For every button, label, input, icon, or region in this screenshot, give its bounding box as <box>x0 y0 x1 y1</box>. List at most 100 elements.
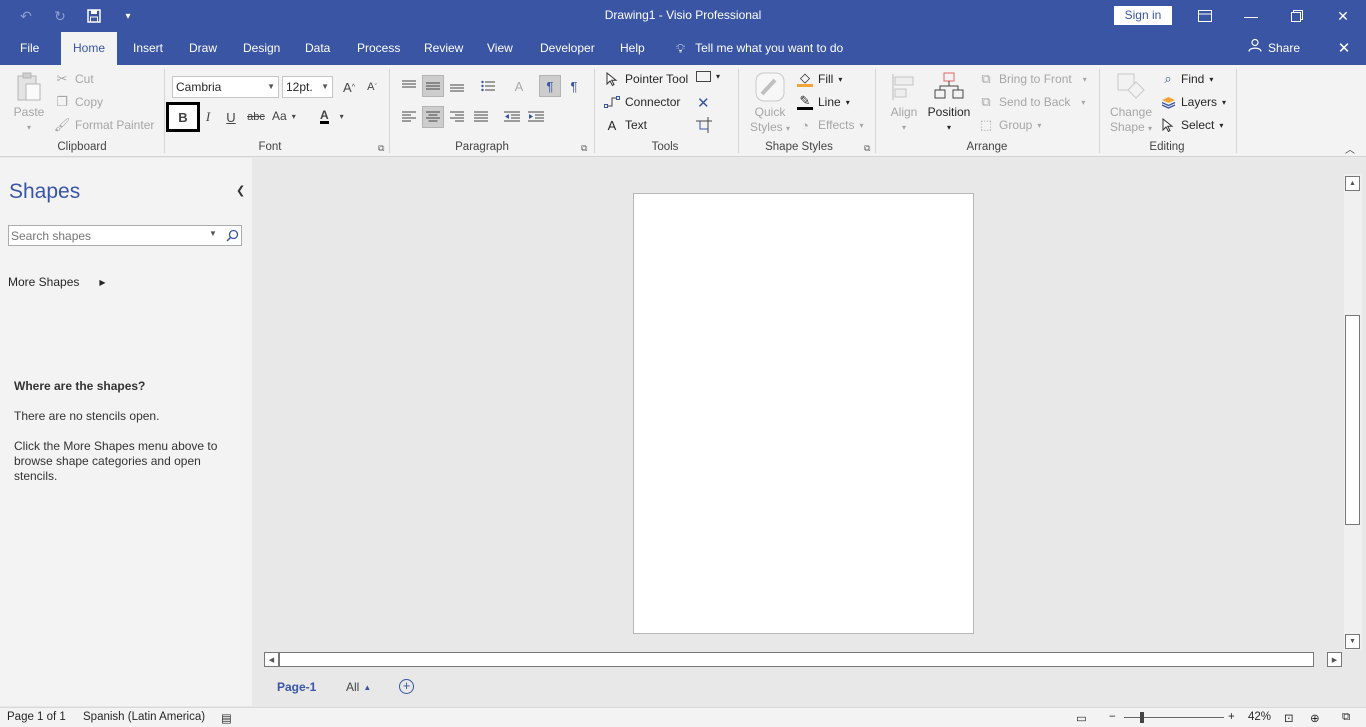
fill-button[interactable]: ◇ Fill ▾ <box>797 71 842 87</box>
decrease-indent-icon[interactable] <box>501 106 523 128</box>
all-pages-tab[interactable]: All ▲ <box>346 680 371 694</box>
save-icon[interactable] <box>82 6 106 26</box>
tell-me-box[interactable]: 💡︎ Tell me what you want to do <box>676 32 843 65</box>
chevron-down-icon[interactable]: ▼ <box>321 77 329 97</box>
sign-in-button[interactable]: Sign in <box>1114 6 1172 25</box>
position-button[interactable]: Position ▾ <box>926 71 972 135</box>
collapse-ribbon-icon[interactable]: ︿ <box>1345 141 1355 156</box>
horizontal-scroll-thumb[interactable] <box>279 652 1314 667</box>
align-middle-icon[interactable] <box>422 75 444 97</box>
strikethrough-button[interactable]: abc <box>245 106 267 128</box>
align-bottom-icon[interactable] <box>446 75 468 97</box>
language-status[interactable]: Spanish (Latin America) <box>83 711 205 723</box>
tab-review[interactable]: Review <box>414 32 473 65</box>
minimize-icon[interactable]: — <box>1228 0 1274 32</box>
connection-point-icon[interactable]: ✕ <box>697 94 710 112</box>
quick-styles-button[interactable]: Quick Styles ▾ <box>747 71 793 136</box>
search-shapes-input[interactable] <box>11 227 207 244</box>
copy-button[interactable]: ❐ Copy <box>54 94 103 110</box>
shape-styles-dialog-launcher-icon[interactable]: ⧉ <box>864 143 870 154</box>
vertical-scroll-thumb[interactable] <box>1345 315 1360 525</box>
paste-button[interactable]: Paste ▾ <box>13 71 45 135</box>
tab-design[interactable]: Design <box>233 32 290 65</box>
bullets-icon[interactable] <box>477 75 499 97</box>
scroll-down-icon[interactable]: ▼ <box>1345 634 1360 649</box>
line-button[interactable]: ✎ Line ▾ <box>797 94 850 110</box>
change-shape-button[interactable]: Change Shape ▾ <box>1107 71 1155 136</box>
align-right-icon[interactable] <box>446 106 468 128</box>
zoom-level[interactable]: 42% <box>1248 711 1271 723</box>
tab-data[interactable]: Data <box>295 32 340 65</box>
rectangle-tool-button[interactable]: ▾ <box>696 71 720 82</box>
pan-zoom-icon[interactable]: ⊕ <box>1310 711 1320 725</box>
connector-button[interactable]: Connector <box>604 94 680 110</box>
customize-qat-icon[interactable]: ▾ <box>116 6 140 26</box>
tab-home[interactable]: Home <box>61 32 118 65</box>
ribbon-display-options-icon[interactable] <box>1182 0 1228 32</box>
horizontal-scrollbar[interactable]: ◀ ▶ <box>264 651 1344 667</box>
increase-font-size-icon[interactable]: A ^ <box>338 76 360 98</box>
left-to-right-icon[interactable]: ¶ <box>539 75 561 97</box>
layers-button[interactable]: Layers ▾ <box>1160 94 1226 110</box>
paragraph-dialog-launcher-icon[interactable]: ⧉ <box>581 143 587 154</box>
share-button[interactable]: Share <box>1248 32 1300 65</box>
select-button[interactable]: Select ▾ <box>1160 117 1223 133</box>
chevron-down-icon[interactable]: ▼ <box>209 229 217 238</box>
drawing-page[interactable] <box>633 193 974 634</box>
format-painter-button[interactable]: 🖌︎ Format Painter <box>54 117 155 133</box>
presentation-mode-icon[interactable]: ▭ <box>1076 711 1087 725</box>
collapse-pane-icon[interactable]: ❮ <box>236 184 245 197</box>
font-dialog-launcher-icon[interactable]: ⧉ <box>378 143 384 154</box>
vertical-scrollbar[interactable]: ▲ ▼ <box>1344 174 1362 650</box>
drawing-canvas[interactable] <box>262 174 1344 650</box>
tab-file[interactable]: File <box>10 32 49 65</box>
text-direction-icon[interactable]: A <box>508 75 530 97</box>
right-to-left-icon[interactable]: ¶ <box>563 75 585 97</box>
font-size-combo[interactable]: 12pt. ▼ <box>282 76 333 98</box>
pointer-tool-button[interactable]: Pointer Tool <box>604 71 688 87</box>
tab-insert[interactable]: Insert <box>123 32 173 65</box>
cut-button[interactable]: ✂ Cut <box>54 71 94 87</box>
switch-windows-icon[interactable]: ⧉ <box>1342 711 1350 724</box>
scroll-up-icon[interactable]: ▲ <box>1345 176 1360 191</box>
align-center-icon[interactable] <box>422 106 444 128</box>
underline-button[interactable]: U <box>220 106 242 128</box>
zoom-slider[interactable] <box>1124 717 1224 718</box>
decrease-font-size-icon[interactable]: Aˇ <box>361 76 383 98</box>
align-button[interactable]: Align ▾ <box>886 71 922 135</box>
group-button[interactable]: ⬚ Group ▾ <box>978 117 1042 133</box>
change-case-button[interactable]: Aa ▾ <box>272 109 296 123</box>
tab-draw[interactable]: Draw <box>179 32 227 65</box>
zoom-in-icon[interactable]: + <box>1228 711 1235 723</box>
text-tool-button[interactable]: A Text <box>604 117 647 133</box>
redo-icon[interactable]: ↻ <box>48 6 72 26</box>
search-icon[interactable] <box>224 227 241 244</box>
add-page-icon[interactable]: + <box>399 679 414 694</box>
increase-indent-icon[interactable] <box>525 106 547 128</box>
align-left-icon[interactable] <box>398 106 420 128</box>
tab-process[interactable]: Process <box>347 32 410 65</box>
tab-view[interactable]: View <box>477 32 523 65</box>
fit-page-icon[interactable]: ⊡ <box>1284 711 1294 725</box>
paste-dropdown-icon[interactable]: ▾ <box>27 120 31 135</box>
align-top-icon[interactable] <box>398 75 420 97</box>
chevron-down-icon[interactable]: ▼ <box>267 77 275 97</box>
tab-help[interactable]: Help <box>610 32 655 65</box>
italic-button[interactable]: I <box>197 106 219 128</box>
page-number-status[interactable]: Page 1 of 1 <box>7 711 66 723</box>
text-block-icon[interactable] <box>696 117 712 133</box>
tab-developer[interactable]: Developer <box>530 32 605 65</box>
bring-to-front-button[interactable]: ⧉ Bring to Front ▾ <box>978 71 1086 87</box>
close-window-icon[interactable]: ✕ <box>1320 0 1366 32</box>
find-button[interactable]: ⌕ Find ▾ <box>1160 71 1213 87</box>
scroll-right-icon[interactable]: ▶ <box>1327 652 1342 667</box>
close-ribbon-icon[interactable]: ✕ <box>1334 32 1354 65</box>
font-color-button[interactable]: A ▾ <box>320 109 344 124</box>
restore-icon[interactable] <box>1274 0 1320 32</box>
justify-icon[interactable] <box>470 106 492 128</box>
undo-icon[interactable]: ↶ <box>14 6 38 26</box>
macro-record-icon[interactable]: ▤ <box>221 711 232 725</box>
effects-button[interactable]: ◔ Effects ▾ <box>797 117 863 133</box>
font-name-combo[interactable]: Cambria ▼ <box>172 76 279 98</box>
zoom-slider-thumb[interactable] <box>1140 712 1144 723</box>
